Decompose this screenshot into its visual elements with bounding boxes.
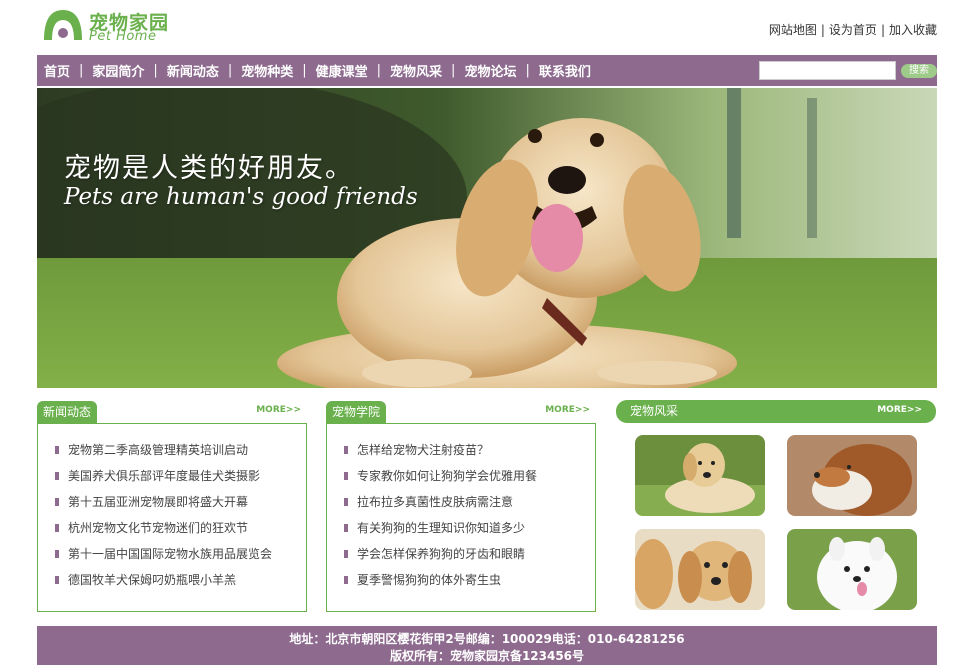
- site-footer: 地址：北京市朝阳区樱花街甲2号邮编：100029电话：010-64281256 …: [37, 626, 937, 665]
- main-nav: 首页 | 家园简介 | 新闻动态 | 宠物种类 | 健康课堂 | 宠物风采 | 宠物论坛 | …: [37, 55, 937, 86]
- list-item[interactable]: 学会怎样保养狗狗的牙齿和眼睛: [344, 544, 595, 570]
- pet-photo-1[interactable]: [635, 435, 765, 516]
- academy-item-text: 学会怎样保养狗狗的牙齿和眼睛: [357, 547, 526, 561]
- list-item[interactable]: 美国养犬俱乐部评年度最佳犬类摄影: [55, 466, 306, 492]
- list-item[interactable]: 专家教你如何让狗狗学会优雅用餐: [344, 466, 595, 492]
- news-panel-header: 新闻动态 MORE>>: [37, 400, 307, 424]
- list-item[interactable]: 第十一届中国国际宠物水族用品展览会: [55, 544, 306, 570]
- bullet-icon: [344, 471, 348, 480]
- news-more-link[interactable]: MORE>>: [256, 405, 301, 415]
- hero-banner: 宠物是人类的好朋友。 Pets are human's good friends: [37, 88, 937, 388]
- academy-item-text: 拉布拉多真菌性皮肤病需注意: [357, 495, 514, 509]
- pet-gallery-panel: 宠物风采 MORE>>: [616, 400, 936, 612]
- banner-title-en: Pets are human's good friends: [64, 184, 418, 210]
- academy-item-text: 夏季警惕狗狗的体外寄生虫: [357, 573, 502, 587]
- divider: |: [880, 23, 885, 37]
- divider: |: [820, 23, 825, 37]
- news-panel-body: 宠物第二季高级管理精英培训启动 美国养犬俱乐部评年度最佳犬类摄影 第十五届亚洲宠…: [37, 423, 307, 612]
- academy-list: 怎样给宠物犬注射疫苗？ 专家教你如何让狗狗学会优雅用餐 拉布拉多真菌性皮肤病需注…: [327, 423, 595, 596]
- divider: |: [153, 63, 158, 78]
- set-homepage-link[interactable]: 设为首页: [829, 23, 877, 37]
- footer-address: 地址：北京市朝阳区樱花街甲2号邮编：100029电话：010-64281256: [289, 632, 685, 646]
- divider: |: [302, 63, 307, 78]
- nav-item-news[interactable]: 新闻动态: [167, 61, 219, 80]
- pet-photo-2[interactable]: [787, 435, 917, 516]
- news-list: 宠物第二季高级管理精英培训启动 美国养犬俱乐部评年度最佳犬类摄影 第十五届亚洲宠…: [38, 423, 306, 596]
- nav-item-gallery[interactable]: 宠物风采: [390, 61, 442, 80]
- add-favorite-link[interactable]: 加入收藏: [889, 23, 937, 37]
- academy-panel-header: 宠物学院 MORE>>: [326, 400, 596, 424]
- academy-panel: 宠物学院 MORE>> 怎样给宠物犬注射疫苗？ 专家教你如何让狗狗学会优雅用餐 …: [326, 400, 596, 612]
- gallery-header: 宠物风采 MORE>>: [616, 400, 936, 423]
- bullet-icon: [55, 445, 59, 454]
- footer-copyright: 版权所有：宠物家园京备123456号: [389, 649, 585, 663]
- bullet-icon: [344, 523, 348, 532]
- search-button[interactable]: 搜索: [901, 64, 937, 78]
- site-logo[interactable]: 宠物家园 Pet Home: [42, 8, 182, 48]
- logo-text-en: Pet Home: [89, 29, 157, 44]
- bullet-icon: [55, 523, 59, 532]
- pet-photo-3[interactable]: [635, 529, 765, 610]
- list-item[interactable]: 有关狗狗的生理知识你知道多少: [344, 518, 595, 544]
- divider: |: [376, 63, 382, 78]
- bullet-icon: [344, 497, 348, 506]
- divider: |: [525, 63, 530, 78]
- nav-item-forum[interactable]: 宠物论坛: [464, 61, 516, 80]
- news-item-text: 杭州宠物文化节宠物迷们的狂欢节: [68, 521, 249, 535]
- divider: |: [451, 63, 456, 78]
- puppy-image: [635, 435, 765, 516]
- academy-more-link[interactable]: MORE>>: [545, 405, 590, 415]
- list-item[interactable]: 第十五届亚洲宠物展即将盛大开幕: [55, 492, 306, 518]
- news-panel-title: 新闻动态: [37, 401, 98, 424]
- academy-item-text: 有关狗狗的生理知识你知道多少: [357, 521, 526, 535]
- pet-photo-4[interactable]: [787, 529, 917, 610]
- bullet-icon: [55, 497, 59, 506]
- list-item[interactable]: 夏季警惕狗狗的体外寄生虫: [344, 570, 595, 596]
- news-item-text: 宠物第二季高级管理精英培训启动: [68, 443, 249, 457]
- academy-panel-title: 宠物学院: [326, 401, 387, 424]
- list-item[interactable]: 拉布拉多真菌性皮肤病需注意: [344, 492, 595, 518]
- list-item[interactable]: 宠物第二季高级管理精英培训启动: [55, 440, 306, 466]
- banner-title-cn: 宠物是人类的好朋友。: [64, 153, 354, 184]
- academy-item-text: 专家教你如何让狗狗学会优雅用餐: [357, 469, 538, 483]
- news-item-text: 第十五届亚洲宠物展即将盛大开幕: [68, 495, 249, 509]
- nav-item-contact[interactable]: 联系我们: [539, 61, 591, 80]
- list-item[interactable]: 怎样给宠物犬注射疫苗？: [344, 440, 595, 466]
- gallery-title: 宠物风采: [630, 404, 679, 418]
- bullet-icon: [344, 445, 348, 454]
- academy-panel-body: 怎样给宠物犬注射疫苗？ 专家教你如何让狗狗学会优雅用餐 拉布拉多真菌性皮肤病需注…: [326, 423, 596, 612]
- nav-item-health[interactable]: 健康课堂: [316, 61, 368, 80]
- news-item-text: 美国养犬俱乐部评年度最佳犬类摄影: [68, 469, 261, 483]
- academy-item-text: 怎样给宠物犬注射疫苗？: [357, 443, 490, 457]
- gallery-more-link[interactable]: MORE>>: [877, 405, 922, 415]
- top-links: 网站地图 | 设为首页 | 加入收藏: [769, 21, 937, 38]
- list-item[interactable]: 杭州宠物文化节宠物迷们的狂欢节: [55, 518, 306, 544]
- bullet-icon: [344, 549, 348, 558]
- news-panel: 新闻动态 MORE>> 宠物第二季高级管理精英培训启动 美国养犬俱乐部评年度最佳…: [37, 400, 307, 612]
- bullet-icon: [344, 575, 348, 584]
- site-map-link[interactable]: 网站地图: [769, 23, 817, 37]
- collie-image: [787, 435, 917, 516]
- list-item[interactable]: 德国牧羊犬保姆叼奶瓶喂小羊羔: [55, 570, 306, 596]
- nav-item-home[interactable]: 首页: [44, 61, 70, 80]
- bullet-icon: [55, 575, 59, 584]
- bullet-icon: [55, 471, 59, 480]
- news-item-text: 德国牧羊犬保姆叼奶瓶喂小羊羔: [68, 573, 237, 587]
- banner-dog-image: [37, 88, 937, 388]
- samoyed-image: [787, 529, 917, 610]
- divider: |: [79, 63, 84, 78]
- divider: |: [227, 63, 233, 78]
- nav-item-about[interactable]: 家园简介: [92, 61, 144, 80]
- search-input[interactable]: [759, 61, 896, 80]
- nav-item-species[interactable]: 宠物种类: [241, 61, 293, 80]
- nav-items: 首页 | 家园简介 | 新闻动态 | 宠物种类 | 健康课堂 | 宠物风采 | 宠物论坛 | …: [37, 55, 591, 86]
- logo-arch-icon: [44, 10, 82, 40]
- dachshund-image: [635, 529, 765, 610]
- bullet-icon: [55, 549, 59, 558]
- news-item-text: 第十一届中国国际宠物水族用品展览会: [68, 547, 273, 561]
- site-header: 宠物家园 Pet Home 网站地图 | 设为首页 | 加入收藏: [0, 0, 955, 55]
